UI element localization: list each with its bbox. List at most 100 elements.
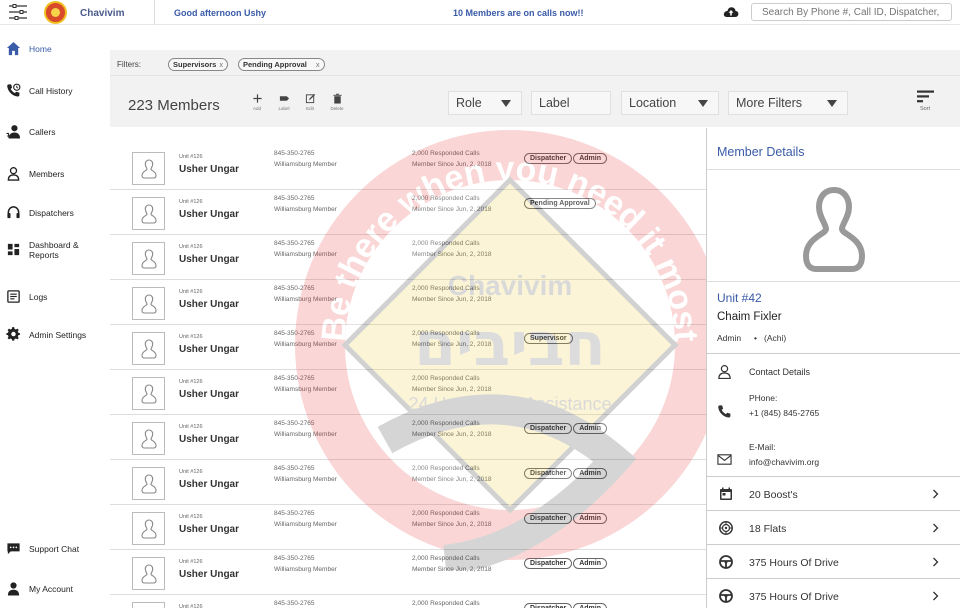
location-dropdown-value: Location bbox=[629, 96, 677, 110]
stat-flats[interactable]: 18 Flats bbox=[707, 510, 960, 544]
stat-label: 18 Flats bbox=[749, 523, 787, 535]
avatar bbox=[132, 557, 165, 590]
search-input[interactable] bbox=[751, 3, 952, 21]
stat-boosts[interactable]: 20 Boost's bbox=[707, 476, 960, 510]
cloud-upload-icon[interactable] bbox=[723, 5, 739, 19]
role-dropdown[interactable]: Role bbox=[448, 91, 522, 115]
sidebar-item-label: Callers bbox=[29, 127, 56, 137]
edit-label: Edit bbox=[306, 106, 314, 111]
member-since: Member Since Jun, 2, 2018 bbox=[412, 386, 492, 393]
details-title: Member Details bbox=[717, 145, 805, 159]
sidebar-item-my-account[interactable]: My Account bbox=[0, 575, 110, 603]
member-location: Williamsburg Member bbox=[274, 476, 337, 483]
sort-button[interactable]: Sort bbox=[914, 90, 936, 116]
role-badge: Dispatcher bbox=[524, 153, 573, 164]
member-row[interactable]: Unit #126Usher Ungar845-350-2765Williams… bbox=[110, 595, 706, 608]
role-badge: Dispatcher bbox=[524, 513, 573, 524]
badge-group: DispatcherAdmin bbox=[524, 417, 608, 435]
details-name: Chaim Fixler bbox=[717, 311, 782, 323]
sidebar-item-dashboard-reports[interactable]: Dashboard & Reports bbox=[0, 236, 110, 264]
chip-remove-icon[interactable]: x bbox=[316, 60, 320, 69]
stat-hours-of-drive[interactable]: 375 Hours Of Drive bbox=[707, 544, 960, 578]
more-filters-dropdown[interactable]: More Filters bbox=[728, 91, 848, 115]
member-calls: 2,000 Responded Calls bbox=[412, 195, 480, 202]
member-row[interactable]: Unit #126Usher Ungar845-350-2765Williams… bbox=[110, 235, 706, 280]
avatar bbox=[132, 602, 165, 608]
stat-hours-of-drive[interactable]: 375 Hours Of Drive bbox=[707, 578, 960, 612]
member-row[interactable]: Unit #126Usher Ungar845-350-2765Williams… bbox=[110, 280, 706, 325]
member-unit: Unit #126 bbox=[179, 289, 203, 295]
member-name: Usher Ungar bbox=[179, 569, 240, 580]
member-name: Usher Ungar bbox=[179, 209, 240, 220]
email-icon bbox=[717, 454, 732, 465]
phone-value[interactable]: +1 (845) 845-2765 bbox=[749, 408, 819, 418]
member-phone: 845-350-2765 bbox=[274, 420, 315, 427]
role-badge: Dispatcher bbox=[524, 468, 573, 479]
chevron-right-icon bbox=[933, 489, 939, 499]
label-button[interactable]: Label bbox=[275, 93, 293, 111]
member-calls: 2,000 Responded Calls bbox=[412, 465, 480, 472]
role-badge: Admin bbox=[573, 603, 607, 608]
contact-person-icon bbox=[718, 364, 731, 379]
add-button[interactable]: Add bbox=[248, 93, 266, 111]
top-header: Chavivim Good afternoon Ushy 10 Members … bbox=[0, 0, 960, 25]
sidebar-item-members[interactable]: Members bbox=[0, 160, 110, 188]
chevron-down-icon bbox=[501, 100, 511, 107]
edit-button[interactable]: Edit bbox=[301, 93, 319, 111]
filter-chip-supervisors[interactable]: Supervisors x bbox=[168, 58, 229, 71]
sidebar-item-support-chat[interactable]: Support Chat bbox=[0, 535, 110, 563]
member-calls: 2,000 Responded Calls bbox=[412, 240, 480, 247]
member-phone: 845-350-2765 bbox=[274, 600, 315, 607]
member-row[interactable]: Unit #126Usher Ungar845-350-2765Williams… bbox=[110, 145, 706, 190]
menu-toggle-icon[interactable] bbox=[9, 4, 27, 20]
member-row[interactable]: Unit #126Usher Ungar845-350-2765Williams… bbox=[110, 415, 706, 460]
app-logo[interactable] bbox=[44, 1, 67, 24]
chevron-right-icon bbox=[933, 557, 939, 567]
member-phone: 845-350-2765 bbox=[274, 510, 315, 517]
member-location: Williamsburg Member bbox=[274, 161, 337, 168]
sidebar-item-dispatchers[interactable]: Dispatchers bbox=[0, 199, 110, 227]
calendar-icon bbox=[720, 487, 732, 500]
delete-label: Delete bbox=[330, 106, 344, 111]
member-since: Member Since Jun, 2, 2018 bbox=[412, 566, 492, 573]
member-row[interactable]: Unit #126Usher Ungar845-350-2765Williams… bbox=[110, 370, 706, 415]
member-row[interactable]: Unit #126Usher Ungar845-350-2765Williams… bbox=[110, 505, 706, 550]
member-details-panel: Member Details Unit #42 Chaim Fixler Adm… bbox=[706, 128, 960, 608]
member-row[interactable]: Unit #126Usher Ungar845-350-2765Williams… bbox=[110, 550, 706, 595]
email-value[interactable]: info@chavivim.org bbox=[749, 457, 819, 467]
badge-group: DispatcherAdmin bbox=[524, 507, 608, 525]
filter-chip-pending-approval[interactable]: Pending Approval x bbox=[238, 58, 325, 71]
badge-group: DispatcherAdmin bbox=[524, 462, 608, 480]
chat-icon bbox=[7, 543, 20, 555]
avatar-placeholder-icon bbox=[141, 294, 157, 314]
label-input[interactable]: Label bbox=[531, 91, 611, 115]
tire-icon bbox=[719, 521, 733, 535]
member-calls: 2,000 Responded Calls bbox=[412, 150, 480, 157]
member-since: Member Since Jun, 2, 2018 bbox=[412, 296, 492, 303]
sidebar-item-label: My Account bbox=[29, 584, 73, 594]
details-avatar-box bbox=[707, 169, 960, 282]
sidebar-item-label: Admin Settings bbox=[29, 330, 87, 340]
member-since: Member Since Jun, 2, 2018 bbox=[412, 251, 492, 258]
chip-remove-icon[interactable]: x bbox=[219, 60, 223, 69]
delete-button[interactable]: Delete bbox=[328, 93, 346, 111]
location-dropdown[interactable]: Location bbox=[621, 91, 719, 115]
sidebar-item-logs[interactable]: Logs bbox=[0, 283, 110, 311]
sidebar-item-call-history[interactable]: Call History bbox=[0, 77, 110, 105]
member-list: Unit #126 Usher Ungar 845-350-2765 Williams… bbox=[110, 128, 706, 608]
avatar bbox=[132, 287, 165, 320]
sidebar-item-admin-settings[interactable]: Admin Settings bbox=[0, 321, 110, 349]
role-badge: Dispatcher bbox=[524, 603, 573, 608]
call-history-icon bbox=[7, 83, 21, 97]
member-location: Williamsburg Member bbox=[274, 566, 337, 573]
member-row[interactable]: Unit #126Usher Ungar845-350-2765Williams… bbox=[110, 325, 706, 370]
sidebar-item-home[interactable]: Home bbox=[0, 35, 110, 63]
member-row[interactable]: Unit #126Usher Ungar845-350-2765Williams… bbox=[110, 190, 706, 235]
members-icon bbox=[7, 167, 20, 181]
avatar-placeholder-icon bbox=[141, 204, 157, 224]
details-separator-dot: • bbox=[754, 333, 757, 343]
avatar-placeholder-icon bbox=[141, 339, 157, 359]
member-row[interactable]: Unit #126Usher Ungar845-350-2765Williams… bbox=[110, 460, 706, 505]
sidebar-item-callers[interactable]: Callers bbox=[0, 118, 110, 146]
member-since: Member Since Jun, 2, 2018 bbox=[412, 161, 492, 168]
